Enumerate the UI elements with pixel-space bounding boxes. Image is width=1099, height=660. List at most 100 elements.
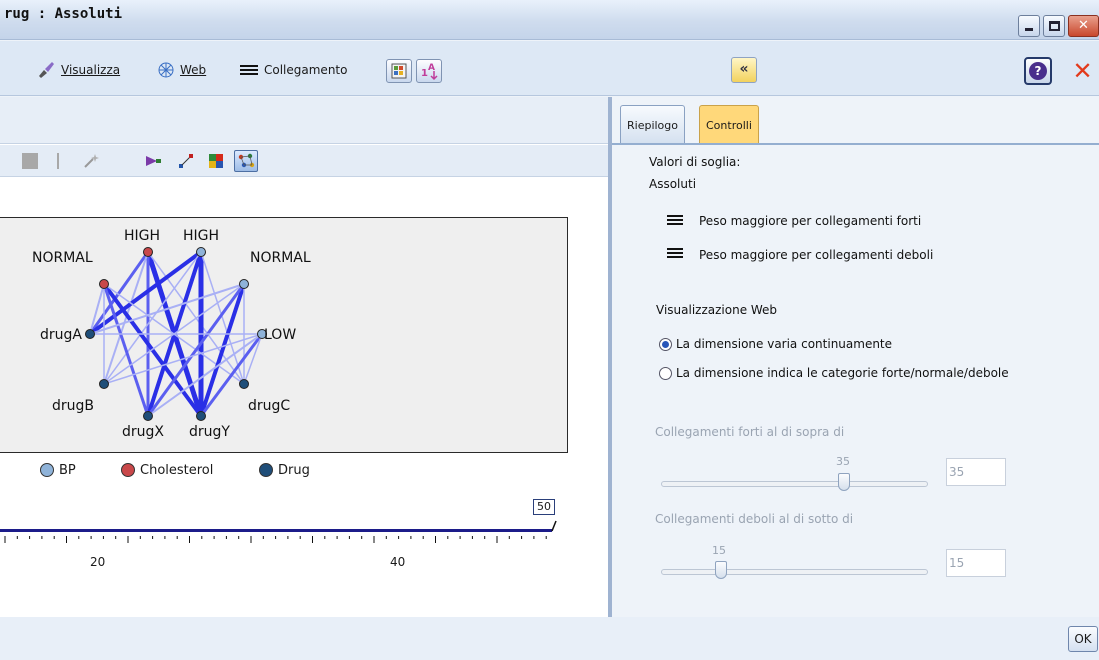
threshold-value: Assoluti — [649, 177, 697, 191]
link-nodes-icon[interactable] — [178, 153, 194, 169]
graph-node[interactable] — [196, 247, 206, 257]
legend-swatch-cholesterol — [121, 463, 135, 477]
slider-tick-label-20: 20 — [90, 555, 106, 569]
title-bar: rug : Assoluti ✕ — [0, 0, 1099, 40]
close-icon: ✕ — [1078, 18, 1089, 33]
brush-icon — [39, 62, 54, 78]
ok-button[interactable]: OK — [1068, 626, 1098, 652]
legend-label-bp: BP — [59, 462, 76, 478]
weak-weight-icon[interactable] — [667, 248, 683, 260]
graph-node[interactable] — [99, 379, 109, 389]
graph-node[interactable] — [239, 279, 249, 289]
graph-node-label: HIGH — [124, 228, 160, 244]
strong-slider-tick: 35 — [836, 455, 850, 468]
close-stream-button[interactable]: ✕ — [1066, 57, 1099, 87]
graph-link[interactable] — [102, 283, 150, 417]
graph-node[interactable] — [143, 247, 153, 257]
weight-strong-label: Peso maggiore per collegamenti forti — [699, 214, 922, 228]
strong-links-slider[interactable] — [661, 481, 928, 487]
tab-riepilogo[interactable]: Riepilogo — [620, 105, 686, 143]
strong-slider-thumb[interactable] — [838, 473, 850, 491]
collapse-panel-button[interactable]: « — [731, 57, 757, 83]
slider-ticks — [4, 536, 547, 543]
sort-button[interactable]: 1 A — [416, 59, 442, 83]
graph-node-label: drugB — [52, 398, 94, 414]
graph-link[interactable] — [88, 251, 150, 335]
link-slider-value: 50 — [533, 499, 555, 515]
controls-pane: Riepilogo Controlli Valori di soglia: As… — [612, 97, 1099, 617]
graph-node-label: drugC — [248, 398, 290, 414]
legend-label-cholesterol: Cholesterol — [140, 462, 214, 478]
weak-links-label: Collegamenti deboli al di sotto di — [655, 512, 854, 526]
radio-categories[interactable] — [659, 367, 672, 380]
svg-text:1: 1 — [421, 68, 428, 79]
network-layout-icon — [238, 153, 255, 168]
legend-item-bp: BP — [40, 461, 76, 479]
help-icon: ? — [1029, 62, 1047, 80]
graph-node-label: HIGH — [183, 228, 219, 244]
color-grid-icon[interactable] — [208, 153, 224, 169]
link-menu-button[interactable]: Collegamento — [239, 61, 347, 79]
legend-item-drug: Drug — [259, 461, 310, 479]
threshold-label: Valori di soglia: — [649, 155, 741, 169]
separator-icon — [57, 153, 59, 169]
link-menu-label: Collegamento — [264, 63, 348, 77]
graph-pane-header — [0, 97, 610, 144]
toolbar: Visualizza Web Collegamento 1 A « ? ✕ — [0, 41, 1099, 96]
strong-links-label: Collegamenti forti al di sopra di — [655, 425, 845, 439]
web-graph-panel: NORMAL HIGH HIGH NORMAL LOW drugC drugY drugX dr… — [0, 217, 568, 453]
minimize-icon — [1025, 28, 1033, 31]
view-menu-button[interactable]: Visualizza — [36, 61, 120, 79]
web-display-label: Visualizzazione Web — [656, 303, 778, 317]
footer-bar — [0, 617, 1099, 660]
graph-node-label: NORMAL — [32, 250, 93, 266]
weak-links-input[interactable]: 15 — [946, 549, 1006, 577]
strong-links-input[interactable]: 35 — [946, 458, 1006, 486]
graph-node[interactable] — [239, 379, 249, 389]
window-title: rug : Assoluti — [4, 6, 123, 22]
view-menu-label: Visualizza — [61, 63, 121, 77]
layout-toggle-button[interactable] — [234, 150, 258, 172]
graph-link[interactable] — [199, 283, 246, 417]
legend-swatch-drug — [259, 463, 273, 477]
graph-node[interactable] — [85, 329, 95, 339]
weak-links-slider[interactable] — [661, 569, 928, 575]
graph-node-label: NORMAL — [250, 250, 311, 266]
slider-tick-label-40: 40 — [390, 555, 406, 569]
export-button[interactable] — [386, 59, 412, 83]
web-graph-icon — [158, 62, 174, 78]
graph-node-label: drugY — [189, 424, 230, 440]
graph-node-label: drugA — [40, 327, 82, 343]
arrow-node-icon[interactable] — [145, 153, 161, 169]
weak-slider-thumb[interactable] — [715, 561, 727, 579]
graph-node[interactable] — [196, 411, 206, 421]
maximize-icon — [1049, 21, 1060, 31]
tab-controlli[interactable]: Controlli — [699, 105, 759, 143]
web-menu-button[interactable]: Web — [157, 61, 206, 79]
magic-wand-icon[interactable] — [83, 153, 99, 169]
graph-tools-bar — [0, 145, 610, 177]
help-button[interactable]: ? — [1024, 57, 1052, 85]
maximize-button[interactable] — [1043, 15, 1065, 37]
graph-link[interactable] — [200, 251, 245, 385]
weight-weak-label: Peso maggiore per collegamenti deboli — [699, 248, 934, 262]
sort-icon: 1 A — [421, 63, 438, 81]
strong-weight-icon[interactable] — [667, 215, 683, 227]
radio-continuous[interactable] — [659, 338, 672, 351]
radio-continuous-label: La dimensione varia continuamente — [676, 337, 893, 351]
stop-icon[interactable] — [22, 153, 38, 169]
legend-item-cholesterol: Cholesterol — [121, 461, 213, 479]
weak-slider-tick: 15 — [712, 544, 726, 557]
minimize-button[interactable] — [1018, 15, 1040, 37]
double-chevron-left-icon: « — [739, 61, 749, 77]
graph-node[interactable] — [143, 411, 153, 421]
graph-pane: NORMAL HIGH HIGH NORMAL LOW drugC drugY drugX dr… — [0, 97, 610, 617]
window-close-button[interactable]: ✕ — [1068, 15, 1099, 37]
radio-categories-label: La dimensione indica le categorie forte/… — [676, 366, 1009, 380]
web-menu-label: Web — [180, 63, 207, 77]
legend-swatch-bp — [40, 463, 54, 477]
web-graph[interactable]: NORMAL HIGH HIGH NORMAL LOW drugC drugY drugX dr… — [0, 218, 568, 454]
lines-icon — [240, 65, 258, 75]
graph-node[interactable] — [99, 279, 109, 289]
table-export-icon — [391, 63, 407, 79]
